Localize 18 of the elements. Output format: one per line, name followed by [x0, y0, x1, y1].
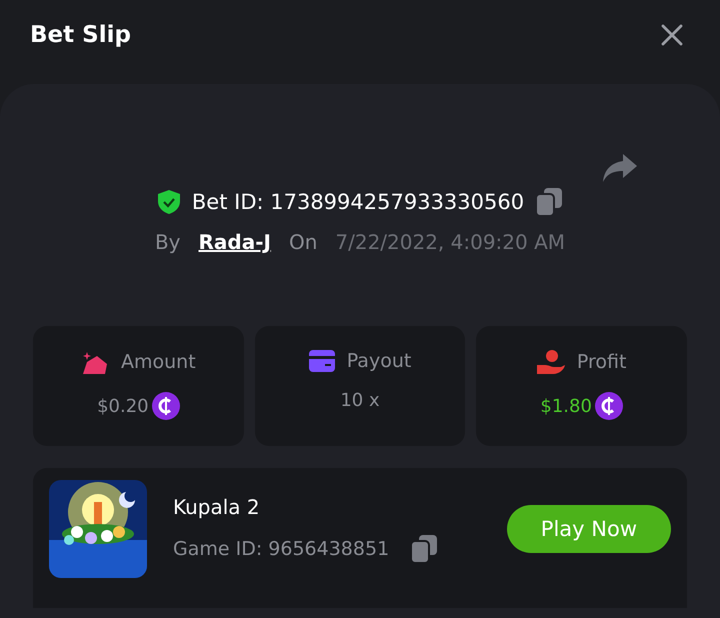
game-id: Game ID: 9656438851 [173, 538, 390, 560]
stat-label: Amount [121, 351, 196, 373]
copy-icon[interactable] [536, 188, 562, 216]
stat-value: 10 x [340, 390, 380, 411]
user-link[interactable]: Rada-J [198, 230, 271, 254]
by-label: By [154, 230, 180, 254]
bet-date: 7/22/2022, 4:09:20 AM [335, 230, 566, 254]
game-name: Kupala 2 [173, 495, 261, 519]
on-label: On [288, 230, 318, 254]
copy-icon[interactable] [411, 535, 438, 563]
close-icon[interactable] [660, 23, 684, 47]
stat-value: $1.80 [540, 396, 592, 416]
bet-id: Bet ID: 1738994257933330560 [192, 190, 524, 214]
stat-label: Payout [346, 350, 412, 372]
stat-value: $0.20 [97, 396, 149, 416]
window-title: Bet Slip [30, 22, 131, 48]
share-icon[interactable] [603, 154, 637, 182]
stat-label: Profit [576, 351, 626, 373]
